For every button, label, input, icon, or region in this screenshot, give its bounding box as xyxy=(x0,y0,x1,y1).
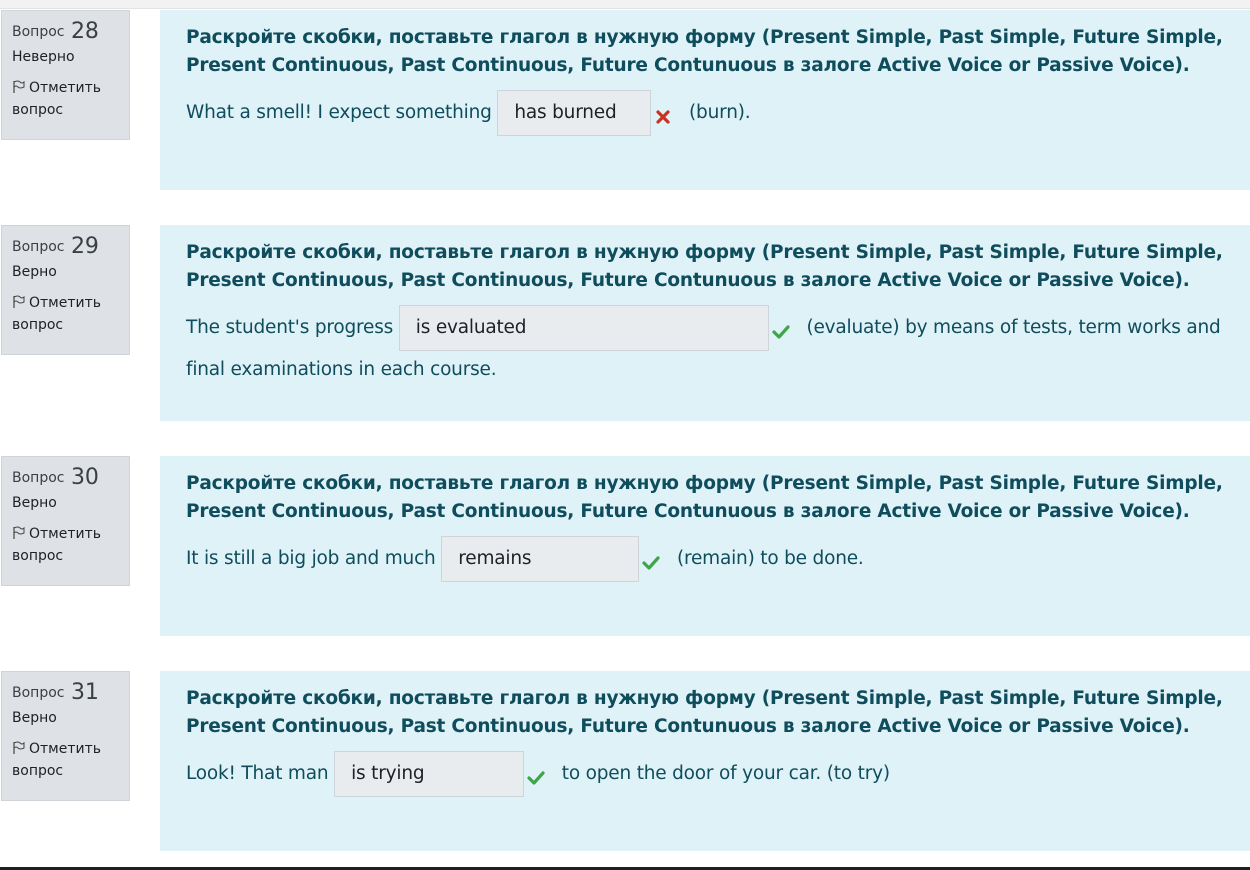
question-text: Раскройте скобки, поставьте глагол в нуж… xyxy=(186,688,1223,737)
answer-field[interactable]: remains xyxy=(441,536,640,582)
question-text: Раскройте скобки, поставьте глагол в нуж… xyxy=(186,473,1223,522)
answer-field[interactable]: has burned xyxy=(497,90,652,136)
sentence-after: to open the door of your car. (to try) xyxy=(561,763,890,784)
question-number: Вопрос 30 xyxy=(12,465,99,490)
check-icon xyxy=(641,549,661,570)
question-content: Раскройте скобки, поставьте глагол в нуж… xyxy=(160,456,1250,636)
question-info: Вопрос 31 Верно Отметить вопрос xyxy=(1,671,130,801)
answer-line: It is still a big job and much remains (… xyxy=(186,536,1224,582)
question-number: Вопрос 29 xyxy=(12,234,99,259)
question-info: Вопрос 28 Неверно Отметить вопрос xyxy=(1,10,130,140)
question-text: Раскройте скобки, поставьте глагол в нуж… xyxy=(186,242,1223,291)
question-content: Раскройте скобки, поставьте глагол в нуж… xyxy=(160,225,1250,421)
flag-icon xyxy=(12,525,26,539)
question-state: Верно xyxy=(12,710,57,726)
question-content: Раскройте скобки, поставьте глагол в нуж… xyxy=(160,671,1250,851)
top-divider xyxy=(0,0,1250,9)
question-state: Верно xyxy=(12,264,57,280)
flag-question-link[interactable]: Отметить вопрос xyxy=(12,77,119,121)
question-content: Раскройте скобки, поставьте глагол в нуж… xyxy=(160,10,1250,190)
question-number: Вопрос 28 xyxy=(12,19,99,44)
flag-question-link[interactable]: Отметить вопрос xyxy=(12,523,119,567)
question-info: Вопрос 29 Верно Отметить вопрос xyxy=(1,225,130,355)
flag-icon xyxy=(12,79,26,93)
sentence-before: What a smell! I expect something xyxy=(186,102,492,123)
cross-icon xyxy=(653,103,673,124)
answer-line: Look! That man is trying to open the doo… xyxy=(186,751,1224,797)
answer-field[interactable]: is evaluated xyxy=(398,305,769,351)
flag-question-link[interactable]: Отметить вопрос xyxy=(12,292,119,336)
question-info: Вопрос 30 Верно Отметить вопрос xyxy=(1,456,130,586)
sentence-before: Look! That man xyxy=(186,763,329,784)
sentence-before: It is still a big job and much xyxy=(186,548,436,569)
answer-field[interactable]: is trying xyxy=(334,751,525,797)
question-state: Верно xyxy=(12,495,57,511)
flag-icon xyxy=(12,294,26,308)
question-number: Вопрос 31 xyxy=(12,680,99,705)
check-icon xyxy=(771,318,791,339)
answer-line: What a smell! I expect something has bur… xyxy=(186,90,1224,136)
answer-line: The student's progress is evaluated (eva… xyxy=(186,305,1224,388)
sentence-after: (burn). xyxy=(689,102,751,123)
question-state: Неверно xyxy=(12,49,75,65)
check-icon xyxy=(526,764,546,785)
flag-icon xyxy=(12,740,26,754)
sentence-before: The student's progress xyxy=(186,317,394,338)
sentence-after: (remain) to be done. xyxy=(676,548,864,569)
question-text: Раскройте скобки, поставьте глагол в нуж… xyxy=(186,27,1223,76)
flag-question-link[interactable]: Отметить вопрос xyxy=(12,738,119,782)
